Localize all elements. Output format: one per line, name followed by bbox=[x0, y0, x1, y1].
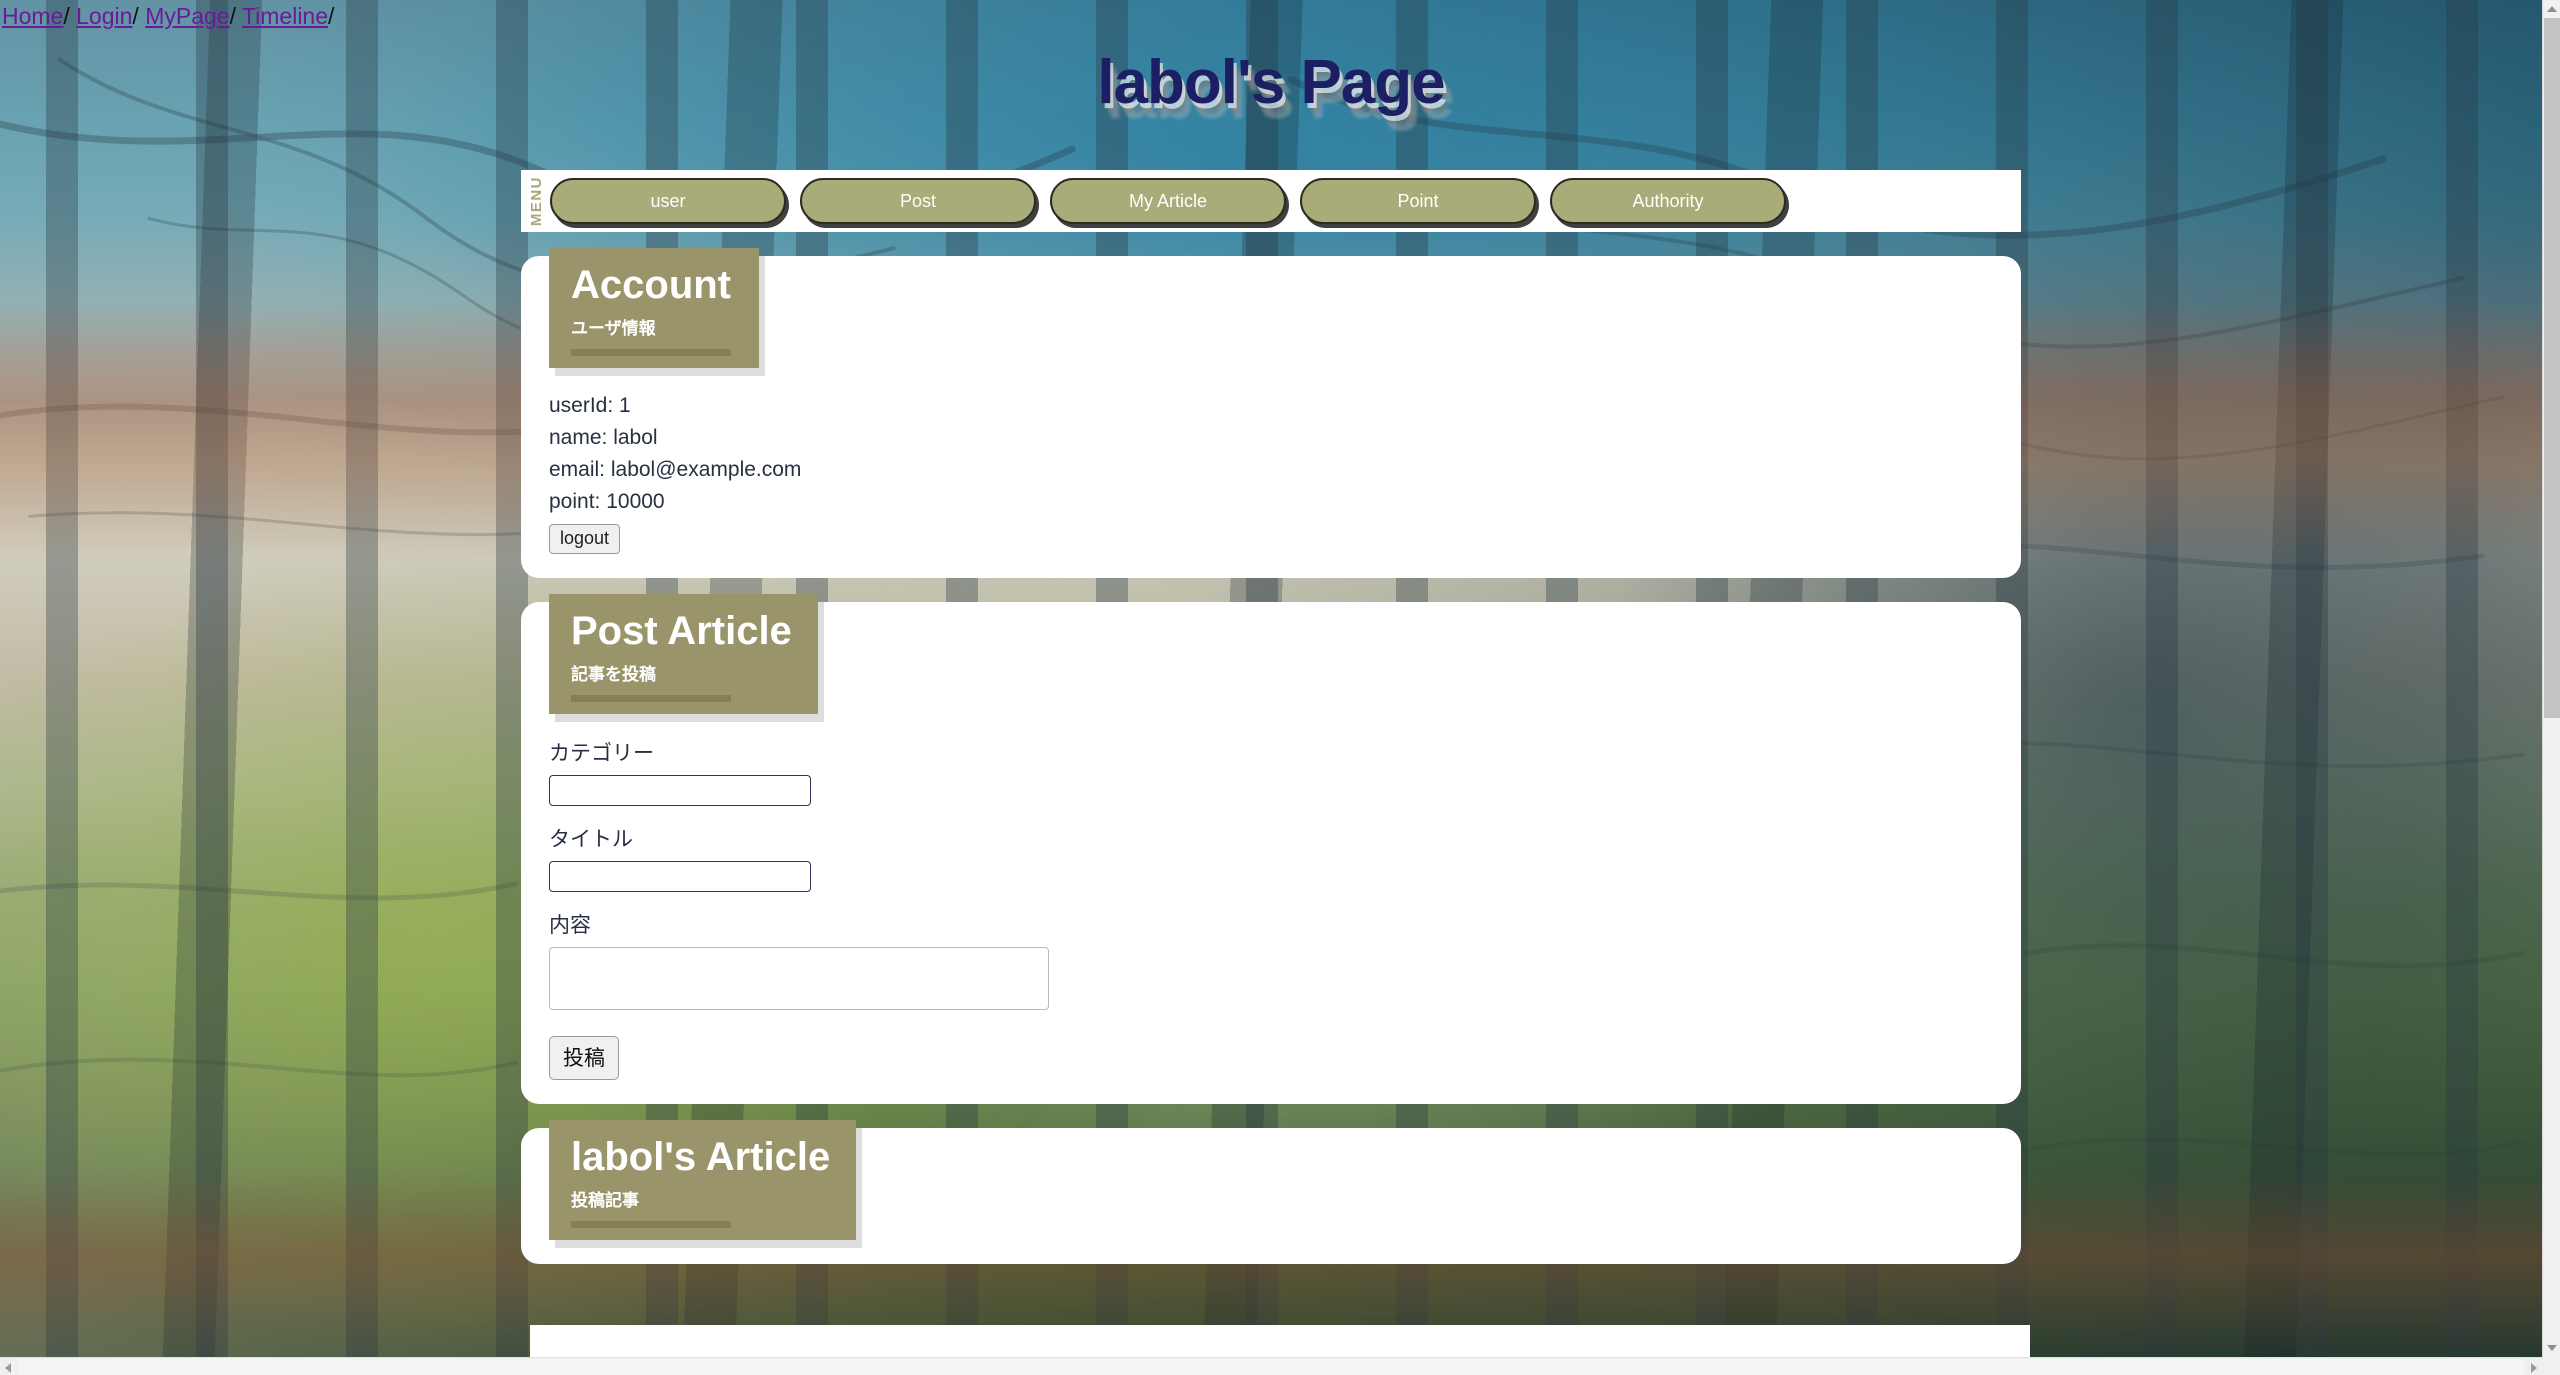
post-article-card-title: Post Article bbox=[571, 609, 792, 653]
chevron-left-icon[interactable] bbox=[5, 1363, 11, 1373]
account-field-name: name: labol bbox=[549, 426, 658, 449]
chevron-right-icon[interactable] bbox=[2531, 1363, 2537, 1373]
account-field-point: point: 10000 bbox=[549, 490, 665, 513]
post-article-card: Post Article 記事を投稿 カテゴリー タイトル 内容 投稿 bbox=[521, 594, 2021, 1104]
vertical-scrollbar[interactable] bbox=[2542, 0, 2560, 1357]
breadcrumb-link-home[interactable]: Home bbox=[2, 3, 63, 29]
content-textarea[interactable] bbox=[549, 947, 1049, 1010]
account-card: Account ユーザ情報 userId: 1 name: labol emai… bbox=[521, 248, 2021, 578]
breadcrumb-link-mypage[interactable]: MyPage bbox=[145, 3, 229, 29]
post-article-card-subtitle: 記事を投稿 bbox=[571, 665, 656, 684]
card-bottom-spacer bbox=[530, 1325, 2030, 1357]
scroll-down-button[interactable] bbox=[2543, 1339, 2560, 1357]
account-card-rule bbox=[571, 349, 731, 356]
logout-button[interactable]: logout bbox=[549, 524, 621, 554]
account-card-subtitle: ユーザ情報 bbox=[571, 319, 656, 338]
post-article-card-rule bbox=[571, 695, 731, 702]
menu-item-point[interactable]: Point bbox=[1300, 178, 1536, 224]
breadcrumb: Home/ Login/ MyPage/ Timeline/ bbox=[0, 0, 2542, 30]
browser-viewport: Home/ Login/ MyPage/ Timeline/ labol's P… bbox=[0, 0, 2560, 1375]
content-label: 内容 bbox=[549, 914, 591, 937]
breadcrumb-separator: / bbox=[229, 3, 236, 29]
title-label: タイトル bbox=[549, 828, 633, 851]
chevron-down-icon bbox=[2547, 1345, 2557, 1351]
my-article-card-rule bbox=[571, 1221, 731, 1228]
breadcrumb-link-login[interactable]: Login bbox=[76, 3, 132, 29]
my-article-card-title: labol's Article bbox=[571, 1135, 831, 1179]
my-article-card-header: labol's Article 投稿記事 bbox=[549, 1120, 857, 1240]
breadcrumb-separator: / bbox=[132, 3, 139, 29]
horizontal-scrollbar-thumb[interactable] bbox=[18, 1359, 2524, 1375]
menu-bar: MENU user Post My Article Point Authorit… bbox=[521, 170, 2021, 232]
my-article-card: labol's Article 投稿記事 bbox=[521, 1120, 2021, 1264]
page-content: Home/ Login/ MyPage/ Timeline/ labol's P… bbox=[0, 0, 2542, 1264]
menu-item-post[interactable]: Post bbox=[800, 178, 1036, 224]
page-title: labol's Page bbox=[1097, 48, 1445, 117]
post-article-card-header: Post Article 記事を投稿 bbox=[549, 594, 818, 714]
scroll-up-button[interactable] bbox=[2543, 0, 2560, 18]
chevron-up-icon bbox=[2547, 6, 2557, 12]
scrollbar-corner bbox=[2542, 1357, 2560, 1375]
menu-item-user[interactable]: user bbox=[550, 178, 786, 224]
account-card-title: Account bbox=[571, 263, 731, 307]
menu-item-authority[interactable]: Authority bbox=[1550, 178, 1786, 224]
account-card-body: userId: 1 name: labol email: labol@examp… bbox=[521, 368, 2021, 554]
breadcrumb-separator: / bbox=[63, 3, 70, 29]
breadcrumb-link-timeline[interactable]: Timeline bbox=[242, 3, 328, 29]
title-input[interactable] bbox=[549, 861, 811, 892]
category-input[interactable] bbox=[549, 775, 811, 806]
menu-label: MENU bbox=[528, 175, 545, 227]
horizontal-scrollbar[interactable] bbox=[0, 1357, 2542, 1375]
category-label: カテゴリー bbox=[549, 742, 654, 765]
vertical-scrollbar-thumb[interactable] bbox=[2544, 18, 2560, 718]
my-article-card-subtitle: 投稿記事 bbox=[571, 1191, 639, 1210]
account-field-userid: userId: 1 bbox=[549, 394, 631, 417]
breadcrumb-separator: / bbox=[328, 3, 335, 29]
account-card-header: Account ユーザ情報 bbox=[549, 248, 759, 368]
post-submit-button[interactable]: 投稿 bbox=[549, 1036, 619, 1080]
account-field-email: email: labol@example.com bbox=[549, 458, 802, 481]
post-article-card-body: カテゴリー タイトル 内容 投稿 bbox=[521, 714, 2021, 1080]
menu-item-my-article[interactable]: My Article bbox=[1050, 178, 1286, 224]
